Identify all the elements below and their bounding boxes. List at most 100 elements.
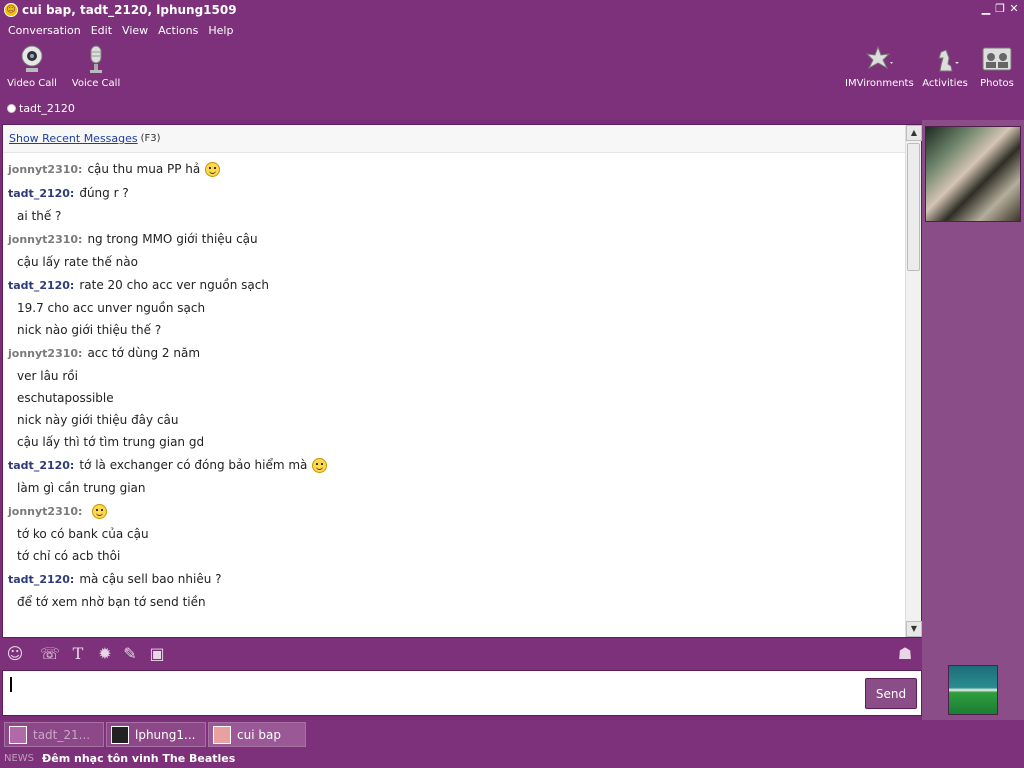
attach-icon[interactable]: ✎ bbox=[120, 644, 140, 664]
message-row: nick này giới thiệu đây câu bbox=[8, 409, 905, 431]
smiley-emoticon-icon bbox=[92, 503, 108, 519]
message-sender[interactable]: tadt_2120: bbox=[8, 279, 74, 292]
scroll-down-icon[interactable]: ▼ bbox=[906, 621, 922, 637]
photo-share-icon[interactable]: ▣ bbox=[147, 644, 167, 664]
chess-knight-icon bbox=[930, 44, 960, 74]
message-text: ver lâu rồi bbox=[17, 369, 78, 383]
message-sender[interactable]: tadt_2120: bbox=[8, 459, 74, 472]
message-text: cậu lấy thì tớ tìm trung gian gd bbox=[17, 435, 205, 449]
activities-button[interactable]: Activities bbox=[916, 44, 974, 94]
message-text: tớ chỉ có acb thôi bbox=[17, 549, 121, 563]
message-sender[interactable]: jonnyt2310: bbox=[8, 505, 82, 518]
webcam-icon bbox=[17, 44, 47, 74]
scroll-up-icon[interactable]: ▲ bbox=[906, 125, 922, 141]
message-row: ver lâu rồi bbox=[8, 365, 905, 387]
title-bar: ☺ cui bap, tadt_2120, lphung1509 ▁ ❐ ✕ bbox=[0, 0, 1024, 20]
voice-call-button[interactable]: Voice Call bbox=[66, 44, 126, 94]
message-text: ng trong MMO giới thiệu cậu bbox=[87, 232, 258, 246]
message-text: ai thế ? bbox=[17, 209, 62, 223]
text-caret bbox=[10, 677, 12, 692]
message-row: cậu lấy thì tớ tìm trung gian gd bbox=[8, 431, 905, 453]
message-text: để tớ xem nhờ bạn tớ send tiền bbox=[17, 595, 206, 609]
tab-avatar-icon bbox=[9, 725, 27, 744]
tab-cui-bap[interactable]: cui bap bbox=[208, 722, 306, 747]
conversation-tabs: tadt_21... lphung1... cui bap bbox=[0, 720, 1024, 748]
message-row: tớ ko có bank của cậu bbox=[8, 523, 905, 545]
news-headline[interactable]: Đêm nhạc tôn vinh The Beatles bbox=[42, 752, 235, 765]
imvironment-icon[interactable]: ✹ bbox=[95, 644, 115, 664]
chat-scrollbar[interactable]: ▲ ▼ bbox=[905, 125, 922, 637]
voice-call-label: Voice Call bbox=[71, 78, 121, 89]
message-row: jonnyt2310: acc tớ dùng 2 năm bbox=[8, 341, 905, 365]
message-row: eschutapossible bbox=[8, 387, 905, 409]
add-contact-icon[interactable]: ☗ bbox=[895, 644, 915, 664]
restore-icon[interactable]: ❐ bbox=[994, 3, 1006, 15]
message-input[interactable]: Send bbox=[2, 670, 922, 716]
tab-label: tadt_21... bbox=[33, 727, 91, 742]
my-display-image[interactable] bbox=[948, 665, 998, 715]
message-text: tớ là exchanger có đóng bảo hiểm mà bbox=[79, 458, 308, 472]
message-text: eschutapossible bbox=[17, 391, 114, 405]
photos-button[interactable]: Photos bbox=[970, 44, 1024, 94]
messenger-logo-icon: ☺ bbox=[4, 3, 18, 17]
message-sender[interactable]: tadt_2120: bbox=[8, 573, 74, 586]
news-label: NEWS bbox=[4, 752, 35, 764]
show-recent-messages-link[interactable]: Show Recent Messages bbox=[9, 132, 138, 145]
menu-conversation[interactable]: Conversation bbox=[3, 24, 86, 37]
send-button[interactable]: Send bbox=[865, 678, 917, 709]
message-row: jonnyt2310: bbox=[8, 499, 905, 523]
emoticon-icon[interactable]: ☺ bbox=[5, 644, 25, 664]
menu-view[interactable]: View bbox=[117, 24, 153, 37]
video-call-label: Video Call bbox=[7, 78, 57, 89]
close-icon[interactable]: ✕ bbox=[1008, 3, 1020, 15]
status-dot-icon bbox=[7, 103, 16, 113]
toolbar: Video Call Voice Call IMVironments Activ… bbox=[0, 40, 1024, 96]
message-row: jonnyt2310: cậu thu mua PP hả bbox=[8, 157, 905, 181]
contact-display-image[interactable] bbox=[925, 126, 1021, 222]
message-row: tadt_2120: mà cậu sell bao nhiêu ? bbox=[8, 567, 905, 591]
message-text: đúng r ? bbox=[79, 186, 129, 200]
message-row: cậu lấy rate thế nào bbox=[8, 251, 905, 273]
message-text: mà cậu sell bao nhiêu ? bbox=[79, 572, 222, 586]
formatting-toolbar: ☺ ☏ T ✹ ✎ ▣ ☗ bbox=[0, 638, 922, 670]
message-text: cậu thu mua PP hả bbox=[87, 162, 201, 176]
menu-edit[interactable]: Edit bbox=[86, 24, 117, 37]
message-text: làm gì cần trung gian bbox=[17, 481, 146, 495]
menu-actions[interactable]: Actions bbox=[153, 24, 203, 37]
tab-avatar-icon bbox=[213, 725, 231, 744]
tab-tadt-2120[interactable]: tadt_21... bbox=[4, 722, 104, 747]
display-image-panel bbox=[922, 120, 1024, 720]
news-ticker: NEWS Đêm nhạc tôn vinh The Beatles bbox=[0, 748, 1024, 768]
window-title: cui bap, tadt_2120, lphung1509 bbox=[22, 3, 237, 17]
message-sender[interactable]: tadt_2120: bbox=[8, 187, 74, 200]
menu-bar: Conversation Edit View Actions Help bbox=[0, 20, 1024, 40]
smiley-emoticon-icon bbox=[205, 161, 221, 177]
message-sender[interactable]: jonnyt2310: bbox=[8, 347, 82, 360]
imvironments-button[interactable]: IMVironments bbox=[845, 44, 914, 94]
message-text: cậu lấy rate thế nào bbox=[17, 255, 138, 269]
message-row: nick nào giới thiệu thế ? bbox=[8, 319, 905, 341]
tab-lphung1509[interactable]: lphung1... bbox=[106, 722, 206, 747]
message-row: 19.7 cho acc unver nguồn sạch bbox=[8, 297, 905, 319]
font-icon[interactable]: T bbox=[68, 644, 88, 664]
message-sender[interactable]: jonnyt2310: bbox=[8, 163, 82, 176]
imvironment-icon bbox=[863, 44, 893, 74]
activities-label: Activities bbox=[922, 78, 968, 89]
scroll-thumb[interactable] bbox=[907, 143, 920, 271]
minimize-icon[interactable]: ▁ bbox=[980, 3, 992, 15]
tab-label: cui bap bbox=[237, 727, 281, 742]
recent-messages-bar: Show Recent Messages (F3) bbox=[3, 125, 921, 153]
contact-name[interactable]: tadt_2120 bbox=[19, 102, 75, 115]
video-call-button[interactable]: Video Call bbox=[2, 44, 62, 94]
message-row: tớ chỉ có acb thôi bbox=[8, 545, 905, 567]
message-row: để tớ xem nhờ bạn tớ send tiền bbox=[8, 591, 905, 613]
photos-label: Photos bbox=[980, 78, 1014, 89]
message-sender[interactable]: jonnyt2310: bbox=[8, 233, 82, 246]
message-row: tadt_2120: đúng r ? bbox=[8, 181, 905, 205]
menu-help[interactable]: Help bbox=[203, 24, 238, 37]
message-row: tadt_2120: tớ là exchanger có đóng bảo hi… bbox=[8, 453, 905, 477]
message-text: 19.7 cho acc unver nguồn sạch bbox=[17, 301, 206, 315]
smiley-emoticon-icon bbox=[312, 457, 328, 473]
photos-icon bbox=[982, 44, 1012, 74]
buzz-icon[interactable]: ☏ bbox=[40, 644, 60, 664]
